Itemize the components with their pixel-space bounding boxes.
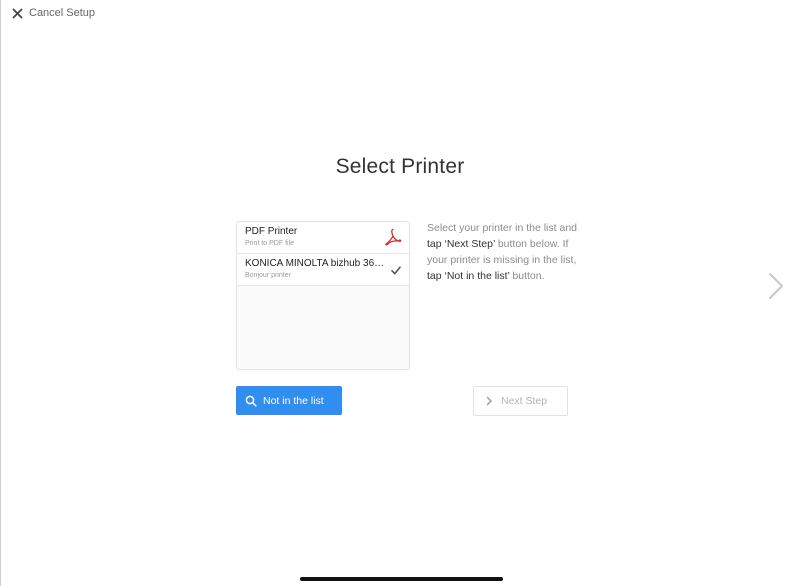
close-icon bbox=[12, 8, 23, 18]
search-icon bbox=[245, 395, 257, 407]
printer-list[interactable]: PDF Printer Print to PDF file KONICA MIN… bbox=[236, 221, 410, 370]
instructions-emphasis: tap ‘Not in the list’ bbox=[427, 270, 510, 282]
next-step-label: Next Step bbox=[501, 395, 548, 407]
window-edge bbox=[0, 0, 1, 586]
cancel-setup-button[interactable]: Cancel Setup bbox=[12, 5, 95, 21]
pdf-icon bbox=[385, 228, 402, 246]
printer-name: KONICA MINOLTA bizhub 363(… bbox=[245, 258, 385, 269]
chevron-right-icon[interactable] bbox=[768, 272, 784, 300]
page-title: Select Printer bbox=[335, 155, 465, 178]
not-in-list-button[interactable]: Not in the list bbox=[236, 386, 342, 415]
instructions-emphasis: tap ‘Next Step’ bbox=[427, 238, 495, 250]
instructions-text: Select your printer in the list and tap … bbox=[427, 220, 577, 284]
checkmark-icon bbox=[391, 266, 401, 275]
printer-item-pdf[interactable]: PDF Printer Print to PDF file bbox=[237, 222, 409, 254]
cancel-setup-label: Cancel Setup bbox=[29, 7, 96, 19]
next-step-button[interactable]: Next Step bbox=[473, 386, 568, 416]
printer-item-konica[interactable]: KONICA MINOLTA bizhub 363(… Bonjour prin… bbox=[237, 254, 409, 286]
instructions-part: Select your printer in the list and bbox=[427, 222, 577, 234]
home-indicator[interactable] bbox=[300, 577, 503, 581]
instructions-part: button. bbox=[509, 270, 545, 282]
not-in-list-label: Not in the list bbox=[263, 394, 324, 407]
printer-subtitle: Bonjour printer bbox=[245, 272, 291, 279]
printer-subtitle: Print to PDF file bbox=[245, 240, 295, 247]
printer-name: PDF Printer bbox=[245, 226, 298, 237]
chevron-right-icon bbox=[486, 396, 492, 406]
